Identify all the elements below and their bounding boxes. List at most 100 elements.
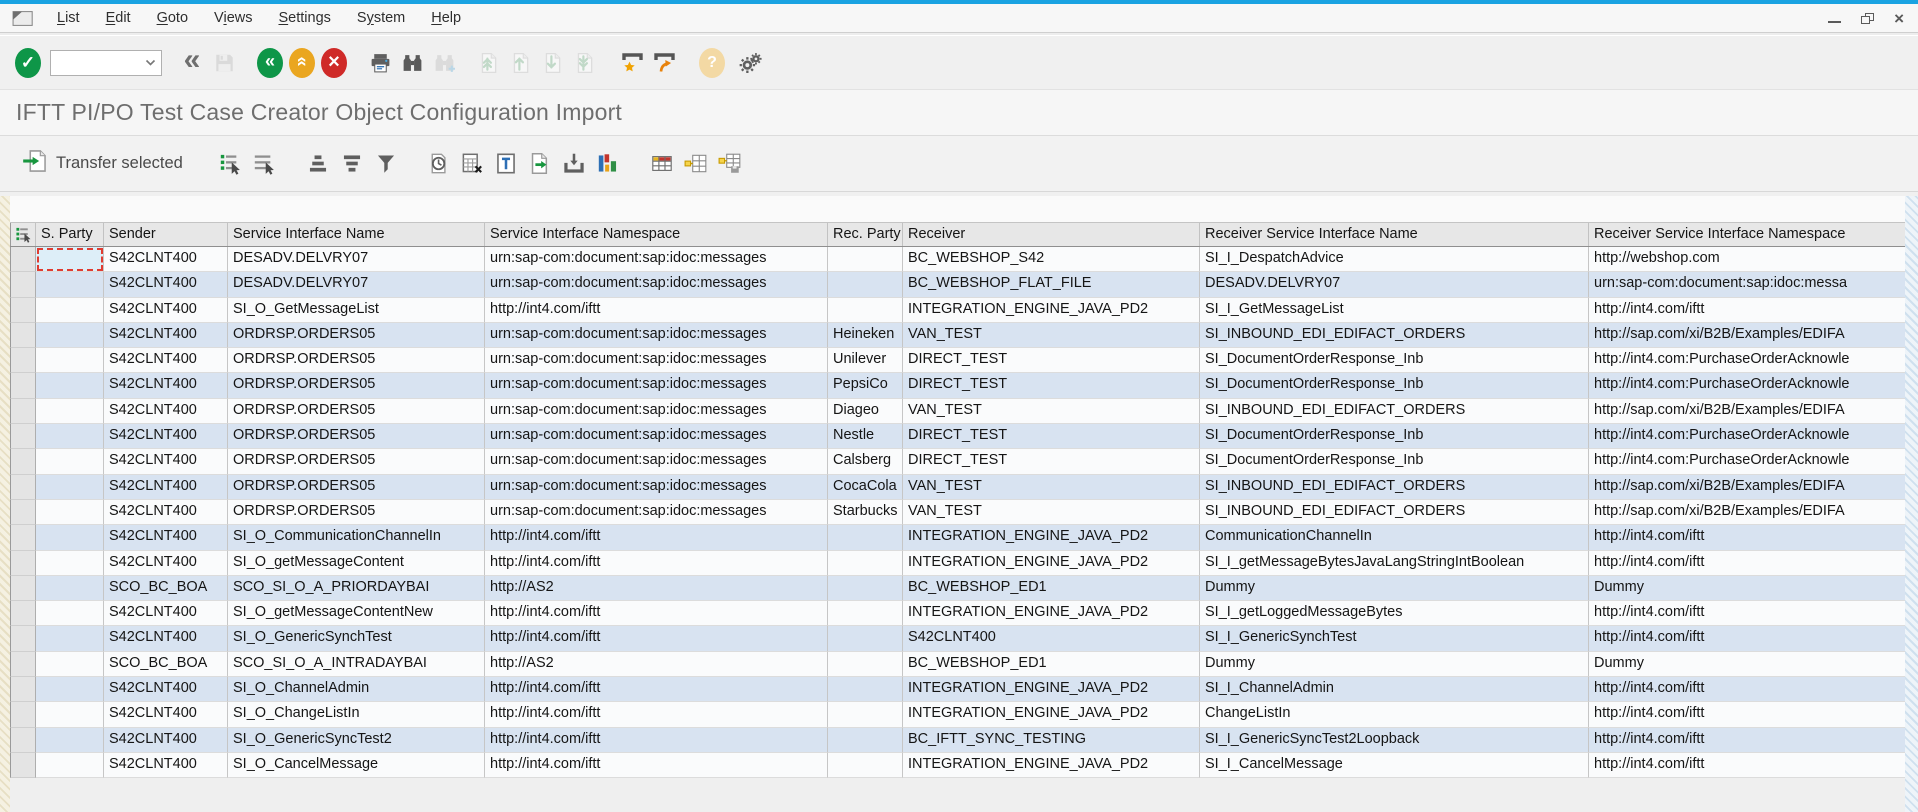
cell-service_interface_name[interactable]: DESADV.DELVRY07 [228, 247, 485, 272]
customize-layout-button[interactable] [734, 44, 766, 82]
cell-service_interface_namespace[interactable]: http://int4.com/iftt [485, 677, 828, 702]
cell-s_party[interactable] [36, 373, 104, 398]
cell-service_interface_namespace[interactable]: http://int4.com/iftt [485, 702, 828, 727]
cell-sender[interactable]: S42CLNT400 [104, 677, 228, 702]
row-selector[interactable] [10, 323, 36, 348]
cell-s_party[interactable] [36, 728, 104, 753]
cell-s_party[interactable] [36, 298, 104, 323]
cell-rec_party[interactable]: Unilever [828, 348, 903, 373]
cell-rec_party[interactable]: Nestle [828, 424, 903, 449]
cell-receiver_service_interface_namespace[interactable]: urn:sap-com:document:sap:idoc:messa [1589, 272, 1905, 297]
row-selector[interactable] [10, 272, 36, 297]
cell-receiver_service_interface_name[interactable]: SI_I_GenericSyncTest2Loopback [1200, 728, 1589, 753]
cell-service_interface_namespace[interactable]: http://int4.com/iftt [485, 753, 828, 778]
cell-rec_party[interactable] [828, 652, 903, 677]
cell-receiver_service_interface_namespace[interactable]: http://int4.com/iftt [1589, 677, 1905, 702]
row-selector[interactable] [10, 399, 36, 424]
restore-icon[interactable] [1861, 13, 1874, 24]
cell-service_interface_namespace[interactable]: http://int4.com/iftt [485, 626, 828, 651]
cell-s_party[interactable] [36, 626, 104, 651]
cell-service_interface_namespace[interactable]: urn:sap-com:document:sap:idoc:messages [485, 373, 828, 398]
cell-sender[interactable]: S42CLNT400 [104, 626, 228, 651]
menu-item-views[interactable]: Views [201, 10, 265, 26]
cell-receiver[interactable]: INTEGRATION_ENGINE_JAVA_PD2 [903, 551, 1200, 576]
cell-service_interface_name[interactable]: ORDRSP.ORDERS05 [228, 348, 485, 373]
cell-rec_party[interactable] [828, 576, 903, 601]
enter-button[interactable]: ✓ [12, 44, 44, 82]
column-header-s_party[interactable]: S. Party [36, 223, 104, 246]
cell-receiver[interactable]: BC_IFTT_SYNC_TESTING [903, 728, 1200, 753]
cell-s_party[interactable] [36, 449, 104, 474]
cell-rec_party[interactable]: CocaCola [828, 475, 903, 500]
cell-receiver[interactable]: BC_WEBSHOP_FLAT_FILE [903, 272, 1200, 297]
cell-service_interface_name[interactable]: ORDRSP.ORDERS05 [228, 323, 485, 348]
help-button[interactable]: ? [696, 44, 728, 82]
cell-receiver_service_interface_namespace[interactable]: http://int4.com:PurchaseOrderAcknowle [1589, 424, 1905, 449]
cell-receiver[interactable]: BC_WEBSHOP_ED1 [903, 652, 1200, 677]
graphic-button[interactable] [591, 144, 625, 184]
minimize-icon[interactable] [1828, 21, 1841, 23]
cell-s_party[interactable] [36, 753, 104, 778]
row-selector[interactable] [10, 298, 36, 323]
cell-service_interface_name[interactable]: SI_O_GetMessageList [228, 298, 485, 323]
close-icon[interactable]: × [1894, 10, 1904, 27]
cell-sender[interactable]: S42CLNT400 [104, 500, 228, 525]
cell-receiver_service_interface_name[interactable]: DESADV.DELVRY07 [1200, 272, 1589, 297]
cell-service_interface_name[interactable]: ORDRSP.ORDERS05 [228, 500, 485, 525]
cell-receiver_service_interface_namespace[interactable]: http://int4.com/iftt [1589, 728, 1905, 753]
deselect-all-button[interactable] [247, 144, 281, 184]
cell-sender[interactable]: S42CLNT400 [104, 551, 228, 576]
cell-sender[interactable]: S42CLNT400 [104, 323, 228, 348]
cell-receiver_service_interface_namespace[interactable]: http://sap.com/xi/B2B/Examples/EDIFA [1589, 475, 1905, 500]
cell-service_interface_namespace[interactable]: http://int4.com/iftt [485, 298, 828, 323]
cell-service_interface_namespace[interactable]: http://int4.com/iftt [485, 551, 828, 576]
cell-service_interface_namespace[interactable]: http://int4.com/iftt [485, 728, 828, 753]
cell-rec_party[interactable]: Starbucks [828, 500, 903, 525]
command-input[interactable] [51, 51, 140, 75]
collapse-toolbar-button[interactable]: « [176, 44, 208, 82]
page-down-button[interactable] [536, 44, 568, 82]
cell-sender[interactable]: S42CLNT400 [104, 753, 228, 778]
cell-receiver[interactable]: DIRECT_TEST [903, 373, 1200, 398]
cell-s_party[interactable] [36, 601, 104, 626]
cell-receiver_service_interface_namespace[interactable]: http://int4.com/iftt [1589, 702, 1905, 727]
cell-receiver_service_interface_namespace[interactable]: http://int4.com:PurchaseOrderAcknowle [1589, 449, 1905, 474]
cell-receiver_service_interface_name[interactable]: SI_I_getLoggedMessageBytes [1200, 601, 1589, 626]
cell-s_party[interactable] [36, 677, 104, 702]
cell-receiver_service_interface_namespace[interactable]: http://webshop.com [1589, 247, 1905, 272]
create-shortcut-button[interactable] [648, 44, 680, 82]
cell-receiver_service_interface_name[interactable]: SI_INBOUND_EDI_EDIFACT_ORDERS [1200, 500, 1589, 525]
cell-rec_party[interactable] [828, 247, 903, 272]
cell-service_interface_name[interactable]: ORDRSP.ORDERS05 [228, 399, 485, 424]
sort-ascending-button[interactable] [301, 144, 335, 184]
cell-receiver_service_interface_name[interactable]: SI_I_GenericSynchTest [1200, 626, 1589, 651]
print-button[interactable] [364, 44, 396, 82]
cancel-button[interactable]: × [318, 44, 350, 82]
cell-rec_party[interactable] [828, 601, 903, 626]
row-selector[interactable] [10, 626, 36, 651]
cell-receiver[interactable]: BC_WEBSHOP_ED1 [903, 576, 1200, 601]
row-selector[interactable] [10, 677, 36, 702]
column-header-service_interface_name[interactable]: Service Interface Name [228, 223, 485, 246]
cell-receiver_service_interface_name[interactable]: SI_INBOUND_EDI_EDIFACT_ORDERS [1200, 323, 1589, 348]
cell-receiver[interactable]: VAN_TEST [903, 475, 1200, 500]
cell-receiver_service_interface_namespace[interactable]: Dummy [1589, 576, 1905, 601]
row-selector[interactable] [10, 551, 36, 576]
cell-sender[interactable]: SCO_BC_BOA [104, 576, 228, 601]
cell-sender[interactable]: S42CLNT400 [104, 373, 228, 398]
cell-receiver[interactable]: INTEGRATION_ENGINE_JAVA_PD2 [903, 753, 1200, 778]
cell-sender[interactable]: S42CLNT400 [104, 272, 228, 297]
cell-receiver_service_interface_name[interactable]: SI_I_getMessageBytesJavaLangStringIntBoo… [1200, 551, 1589, 576]
cell-receiver[interactable]: INTEGRATION_ENGINE_JAVA_PD2 [903, 677, 1200, 702]
menu-item-goto[interactable]: Goto [144, 10, 201, 26]
print-preview-button[interactable] [421, 144, 455, 184]
menu-item-list[interactable]: List [44, 10, 93, 26]
cell-service_interface_name[interactable]: SI_O_ChangeListIn [228, 702, 485, 727]
cell-sender[interactable]: S42CLNT400 [104, 399, 228, 424]
cell-service_interface_namespace[interactable]: urn:sap-com:document:sap:idoc:messages [485, 272, 828, 297]
cell-receiver_service_interface_namespace[interactable]: Dummy [1589, 652, 1905, 677]
column-header-receiver[interactable]: Receiver [903, 223, 1200, 246]
cell-s_party[interactable] [36, 424, 104, 449]
cell-service_interface_name[interactable]: SI_O_GenericSynchTest [228, 626, 485, 651]
cell-rec_party[interactable] [828, 551, 903, 576]
